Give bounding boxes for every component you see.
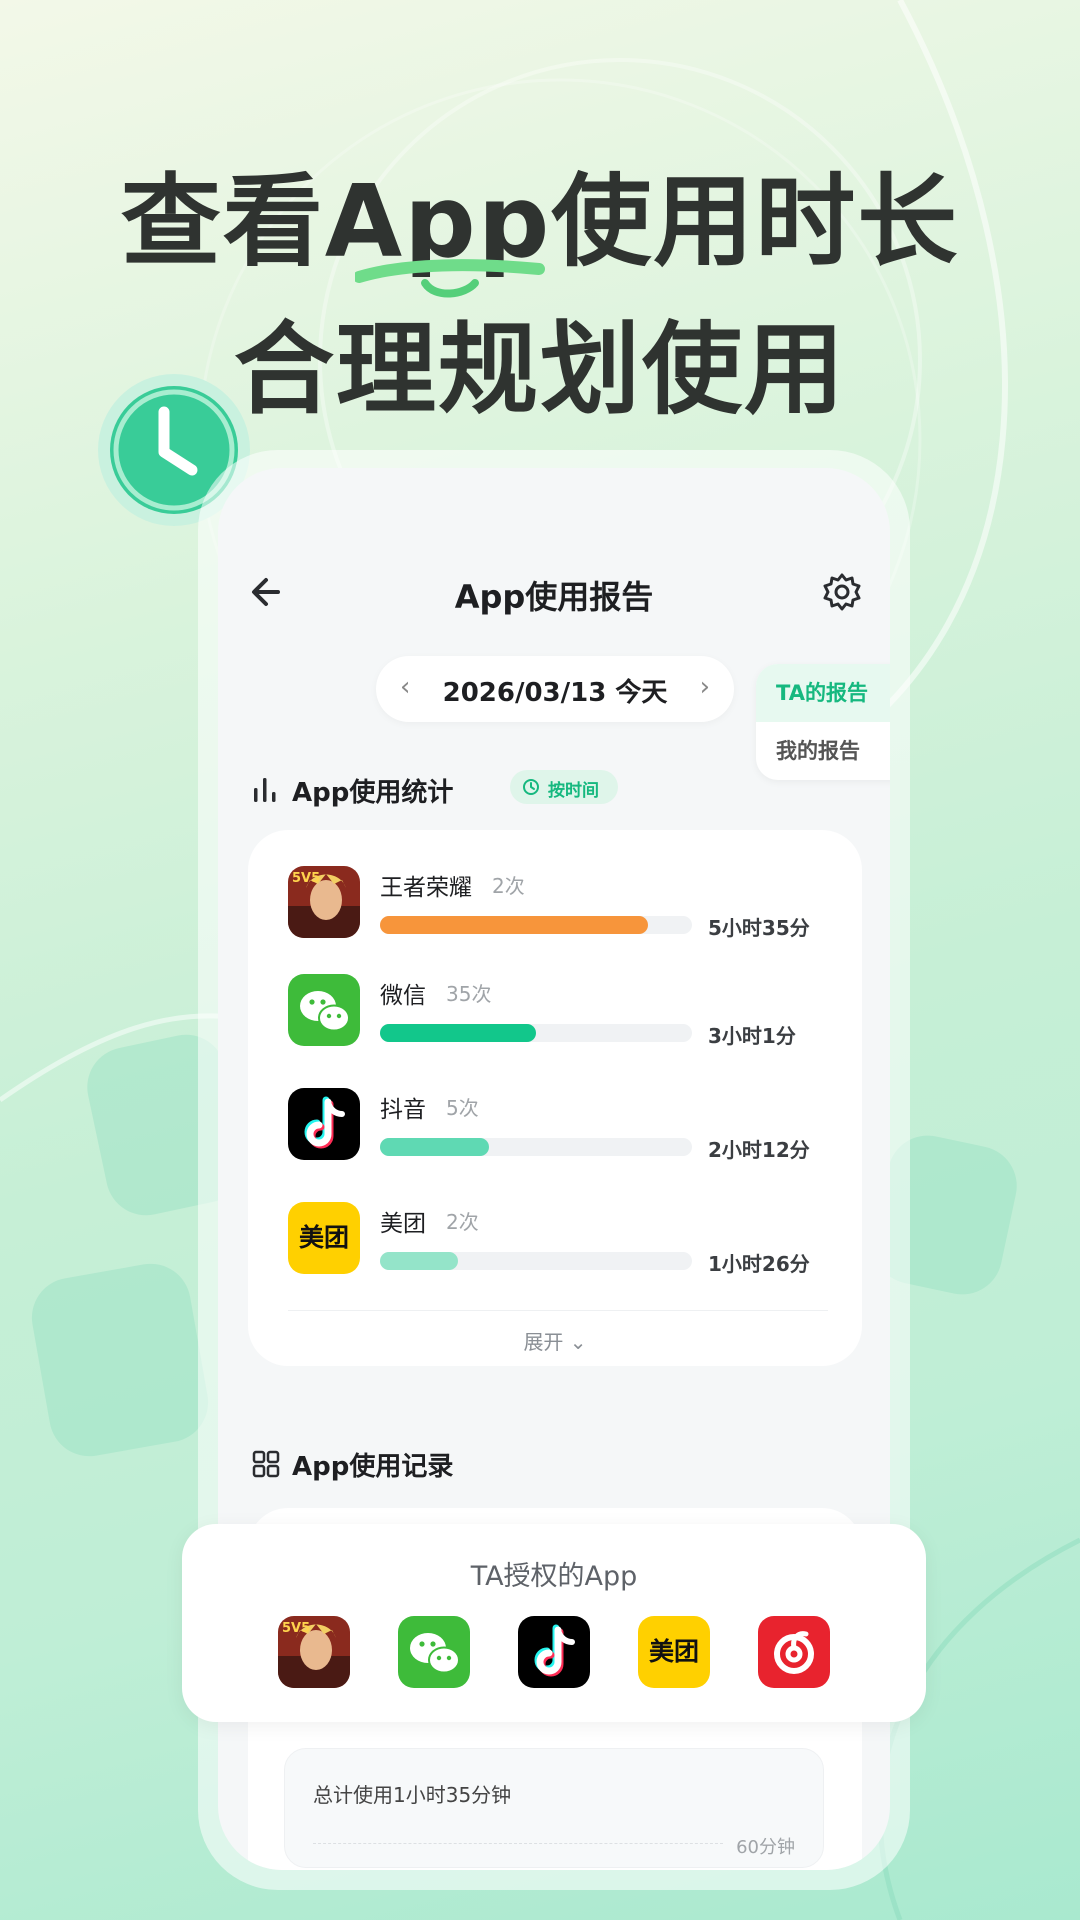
clock-small-icon: [523, 779, 539, 795]
app-open-count: 2次: [446, 1210, 479, 1234]
app-open-count: 5次: [446, 1096, 479, 1120]
gear-icon[interactable]: [822, 572, 862, 612]
usage-bar-track: [380, 1024, 692, 1042]
decorative-tile: [25, 1257, 215, 1463]
list-item[interactable]: 微信 35次 3小时1分: [288, 974, 828, 1064]
wechat-icon: [288, 974, 360, 1046]
grid-icon: [252, 1450, 280, 1478]
usage-time: 1小时26分: [708, 1252, 810, 1276]
stats-section-title: App使用统计: [292, 778, 454, 808]
honor-of-kings-icon[interactable]: 5V5: [278, 1616, 350, 1688]
app-name: 王者荣耀: [380, 875, 472, 901]
usage-time: 3小时1分: [708, 1024, 796, 1048]
app-name: 抖音: [380, 1097, 426, 1123]
usage-time: 2小时12分: [708, 1138, 810, 1162]
stats-section-header: App使用统计 按时间: [252, 770, 672, 810]
tab-my-report[interactable]: 我的报告: [756, 722, 890, 780]
meituan-logo-text: 美团: [298, 1223, 349, 1252]
axis-label: 60分钟: [736, 1837, 795, 1858]
usage-bar-fill: [380, 1024, 536, 1042]
chart-gridline: [313, 1843, 723, 1844]
usage-bar-track: [380, 916, 692, 934]
netease-music-icon[interactable]: [758, 1616, 830, 1688]
usage-bar-fill: [380, 1138, 490, 1156]
sort-by-time-chip[interactable]: 按时间: [510, 770, 618, 804]
divider: [288, 1310, 828, 1311]
honor-of-kings-icon: 5V5: [288, 866, 360, 938]
total-usage-box: 总计使用1小时35分钟 60分钟: [284, 1748, 824, 1868]
report-switch: TA的报告 我的报告: [756, 664, 890, 780]
meituan-logo-text: 美团: [648, 1637, 699, 1666]
douyin-icon[interactable]: [518, 1616, 590, 1688]
list-item[interactable]: 美团 美团 2次 1小时26分: [288, 1202, 828, 1292]
app-name: 微信: [380, 983, 426, 1009]
usage-bar-track: [380, 1252, 692, 1270]
list-item[interactable]: 5V5 王者荣耀 2次 5小时35分: [288, 866, 828, 956]
total-usage-text: 总计使用1小时35分钟: [313, 1783, 512, 1807]
records-section-title: App使用记录: [292, 1452, 454, 1482]
date-picker: ‹ 2026/03/13 今天 ›: [376, 656, 734, 722]
app-name: 美团: [380, 1211, 426, 1237]
next-date-button[interactable]: ›: [700, 672, 710, 702]
svg-text:5V5: 5V5: [282, 1621, 310, 1636]
usage-bar-track: [380, 1138, 692, 1156]
app-open-count: 35次: [446, 982, 492, 1006]
authorized-apps-title: TA授权的App: [470, 1561, 638, 1592]
app-open-count: 2次: [492, 874, 525, 898]
usage-bar-fill: [380, 1252, 458, 1270]
svg-text:5V5: 5V5: [292, 871, 320, 886]
meituan-icon[interactable]: 美团: [638, 1616, 710, 1688]
douyin-icon: [288, 1088, 360, 1160]
usage-bar-fill: [380, 916, 649, 934]
app-stats-card: 5V5 王者荣耀 2次 5小时35分 微信 35次 3小时1分 抖音 5次 2小…: [248, 830, 862, 1366]
usage-time: 5小时35分: [708, 916, 810, 940]
meituan-icon: 美团: [288, 1202, 360, 1274]
records-section-header: App使用记录: [252, 1444, 672, 1484]
expand-button[interactable]: 展开 ⌄: [248, 1326, 862, 1355]
chip-label: 按时间: [548, 781, 599, 801]
nav-bar: App使用报告: [218, 558, 890, 628]
wechat-icon[interactable]: [398, 1616, 470, 1688]
current-date[interactable]: 2026/03/13 今天: [376, 672, 734, 709]
authorized-apps-card: TA授权的App 5V5 美团: [182, 1524, 926, 1722]
tab-ta-report[interactable]: TA的报告: [756, 664, 890, 722]
page-title: App使用报告: [454, 578, 654, 616]
list-item[interactable]: 抖音 5次 2小时12分: [288, 1088, 828, 1178]
bar-chart-icon: [254, 778, 276, 802]
